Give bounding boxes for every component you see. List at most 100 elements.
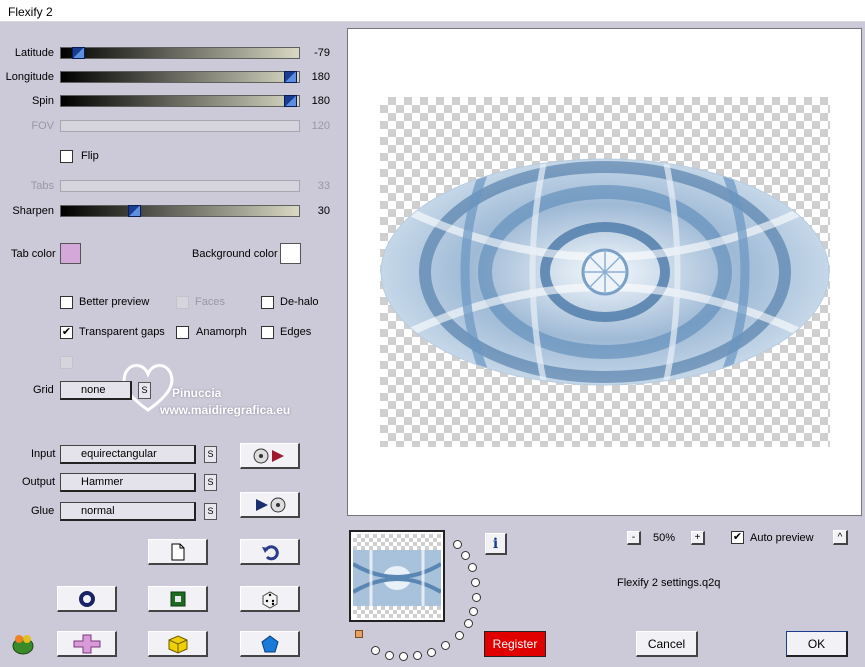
register-button[interactable]: Register — [484, 631, 546, 657]
frog-logo-icon — [12, 635, 34, 655]
navigator-dial-dot[interactable] — [453, 540, 462, 549]
tab-color-label: Tab color — [11, 248, 56, 260]
thumbnail-preview-image — [353, 550, 441, 606]
window-title: Flexify 2 — [0, 0, 865, 22]
navigator-dial-dot[interactable] — [461, 551, 470, 560]
preview-panel[interactable] — [347, 28, 862, 516]
zoom-level: 50% — [653, 532, 676, 544]
edges-label: Edges — [280, 326, 312, 338]
cross-cube-icon — [73, 634, 100, 653]
anamorph-checkbox[interactable] — [176, 326, 189, 339]
navigator-dial-dot[interactable] — [441, 641, 450, 650]
glue-s-button[interactable]: S — [204, 503, 217, 520]
auto-preview-label: Auto preview — [750, 532, 814, 544]
pentagon-icon — [260, 634, 279, 652]
watermark-name: Pinuccia — [172, 386, 222, 400]
grid-s-button[interactable]: S — [138, 382, 151, 399]
watermark-url: www.maidiregrafica.eu — [160, 403, 291, 417]
new-document-button[interactable] — [148, 539, 208, 565]
auto-preview-checkbox[interactable]: ✔ — [731, 531, 744, 544]
longitude-slider[interactable] — [60, 71, 300, 83]
latitude-slider[interactable] — [60, 47, 300, 59]
ring-icon — [78, 590, 95, 607]
de-halo-label: De-halo — [280, 296, 319, 308]
fov-slider — [60, 120, 300, 132]
navigator-dial-dot[interactable] — [427, 648, 436, 657]
navigator-dial-dot[interactable] — [413, 651, 422, 660]
undo-button[interactable] — [240, 539, 300, 565]
input-s-button[interactable]: S — [204, 446, 217, 463]
info-icon: i — [492, 535, 499, 552]
de-halo-checkbox[interactable] — [261, 296, 274, 309]
cube-icon — [168, 634, 187, 654]
sharpen-label: Sharpen — [12, 205, 54, 217]
info-button[interactable]: i — [485, 533, 507, 555]
disc-play-icon — [253, 448, 284, 463]
navigator-dial-dot[interactable] — [471, 578, 480, 587]
better-preview-checkbox[interactable] — [60, 296, 73, 309]
square-frame-icon — [170, 591, 185, 606]
save-preset-button[interactable] — [240, 492, 300, 518]
latitude-value: -79 — [314, 47, 330, 59]
navigator-dial-dot[interactable] — [455, 631, 464, 640]
navigator-dial-dot[interactable] — [469, 607, 478, 616]
longitude-thumb[interactable] — [284, 71, 297, 83]
spin-thumb[interactable] — [284, 95, 297, 107]
tabs-label: Tabs — [30, 180, 54, 192]
zoom-out-button[interactable]: - — [627, 531, 641, 545]
edges-checkbox[interactable] — [261, 326, 274, 339]
navigator-dial-dot[interactable] — [464, 619, 473, 628]
pentagon-button[interactable] — [240, 631, 300, 657]
spin-slider[interactable] — [60, 95, 300, 107]
zoom-in-button[interactable]: + — [691, 531, 705, 545]
cube-button[interactable] — [148, 631, 208, 657]
play-disc-icon — [255, 497, 285, 512]
hammer-projection-preview — [380, 158, 830, 386]
output-s-button[interactable]: S — [204, 474, 217, 491]
longitude-value: 180 — [311, 71, 330, 83]
latitude-thumb[interactable] — [72, 47, 85, 59]
flip-checkbox[interactable] — [60, 150, 73, 163]
collapse-button[interactable]: ^ — [833, 530, 848, 545]
sharpen-thumb[interactable] — [128, 205, 141, 217]
cancel-button[interactable]: Cancel — [636, 631, 698, 657]
transparent-gaps-label: Transparent gaps — [79, 326, 165, 338]
tabs-value: 33 — [317, 180, 330, 192]
settings-filename: Flexify 2 settings.q2q — [617, 577, 721, 589]
navigator-dial-dot[interactable] — [371, 646, 380, 655]
navigator-dial-dot[interactable] — [385, 651, 394, 660]
document-icon — [171, 543, 184, 560]
frame-button[interactable] — [148, 586, 208, 612]
navigator-dial-dot[interactable] — [399, 652, 408, 661]
navigator-dial-dot[interactable] — [472, 593, 481, 602]
background-color-label: Background color — [192, 248, 278, 260]
grid-label: Grid — [33, 384, 54, 396]
background-color-swatch[interactable] — [280, 243, 301, 264]
flip-label: Flip — [81, 150, 99, 162]
navigator-thumbnail[interactable] — [349, 530, 445, 622]
tabs-slider — [60, 180, 300, 192]
latitude-label: Latitude — [14, 47, 54, 59]
tab-color-swatch[interactable] — [60, 243, 81, 264]
fov-label: FOV — [31, 120, 54, 132]
glue-select[interactable]: normal — [60, 502, 196, 521]
navigator-dial-dot[interactable] — [468, 563, 477, 572]
ring-button[interactable] — [57, 586, 117, 612]
sharpen-slider[interactable] — [60, 205, 300, 217]
random-button[interactable] — [240, 586, 300, 612]
spin-label: Spin — [31, 95, 54, 107]
cross-button[interactable] — [57, 631, 117, 657]
undo-icon — [261, 544, 279, 560]
longitude-label: Longitude — [5, 71, 54, 83]
grid-select[interactable]: none — [60, 381, 132, 400]
load-preset-button[interactable] — [240, 443, 300, 469]
input-select[interactable]: equirectangular — [60, 445, 196, 464]
dice-icon — [262, 590, 277, 609]
output-select[interactable]: Hammer — [60, 473, 196, 492]
ok-button[interactable]: OK — [786, 631, 848, 657]
faces-checkbox — [176, 296, 189, 309]
navigator-reset-handle[interactable] — [355, 630, 363, 638]
fov-value: 120 — [311, 120, 330, 132]
glue-label: Glue — [31, 505, 55, 517]
transparent-gaps-checkbox[interactable]: ✔ — [60, 326, 73, 339]
